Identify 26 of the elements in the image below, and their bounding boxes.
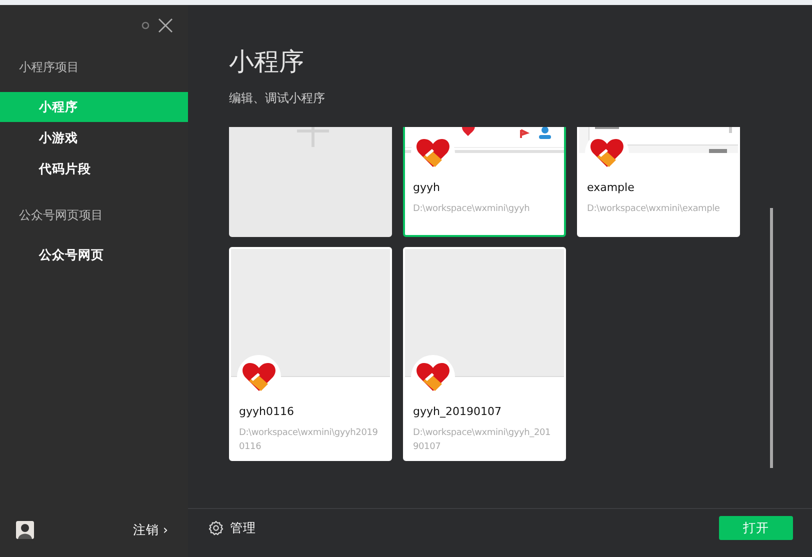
manage-button[interactable]: 管理 [208, 520, 256, 536]
settings-icon [208, 520, 224, 536]
page-subtitle: 编辑、调试小程序 [229, 90, 326, 107]
project-name: gyyh [413, 181, 441, 194]
project-name: gyyh0116 [239, 405, 295, 418]
page-title: 小程序 [229, 46, 305, 78]
avatar-icon[interactable] [16, 521, 34, 539]
project-name: gyyh_20190107 [413, 405, 502, 418]
close-icon[interactable] [158, 18, 173, 32]
section-heading: 公众号网页项目 [18, 207, 104, 224]
project-card[interactable]: gyyh_20190107 D:\workspace\wxmini\gyyh_20190107 [403, 247, 566, 461]
sidebar-item[interactable]: 小游戏 [0, 123, 188, 153]
settings-icon[interactable] [141, 20, 150, 30]
sidebar-item[interactable]: 公众号网页 [0, 240, 188, 270]
project-card[interactable]: gyyh D:\workspace\wxmini\gyyh [403, 127, 566, 237]
logout-link[interactable]: 注销 › [133, 522, 168, 538]
scrollbar[interactable] [770, 208, 773, 468]
project-path: D:\workspace\wxmini\gyyh [413, 203, 531, 216]
project-name: example [587, 181, 636, 194]
project-card[interactable]: example D:\workspace\wxmini\example [577, 127, 740, 237]
section-heading: 小程序项目 [18, 59, 80, 76]
project-card[interactable]: gyyh0116 D:\workspace\wxmini\gyyh20190116 [229, 247, 392, 461]
project-path: D:\workspace\wxmini\gyyh_20190107 [413, 427, 552, 454]
sidebar-item[interactable]: 代码片段 [0, 154, 188, 184]
project-path: D:\workspace\wxmini\gyyh20190116 [239, 427, 379, 454]
project-path: D:\workspace\wxmini\example [587, 203, 721, 216]
